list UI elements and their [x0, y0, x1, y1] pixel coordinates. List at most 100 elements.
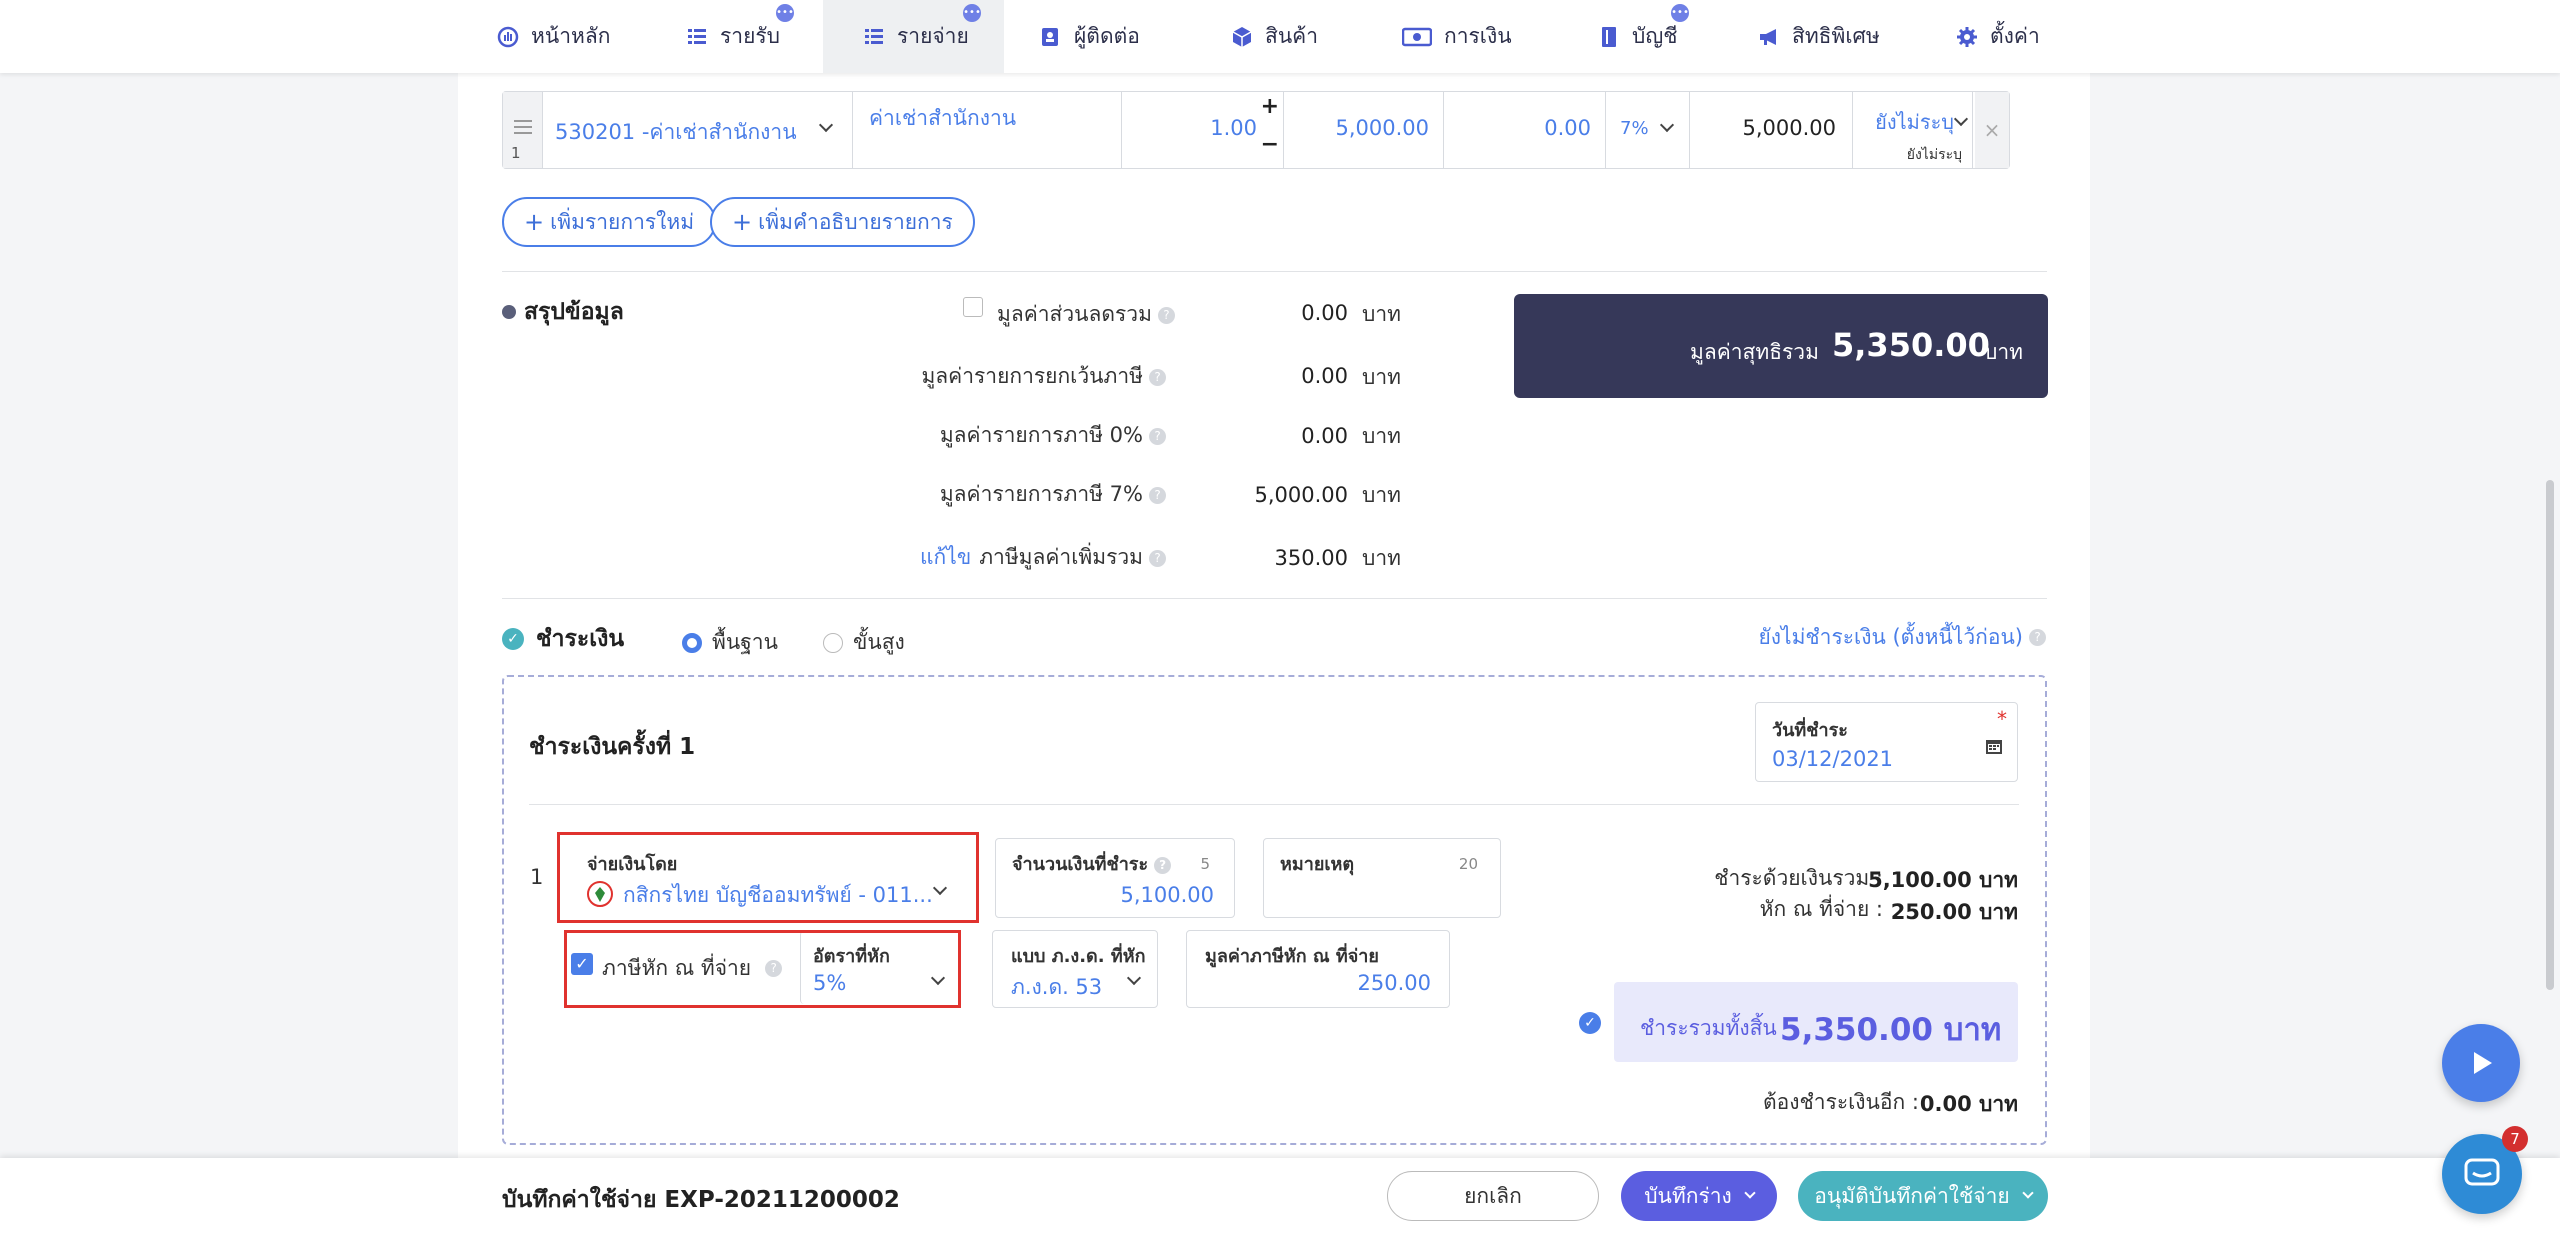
account-select[interactable]: 530201 -ค่าเช่าสำนักงาน	[543, 92, 853, 168]
chevron-down-icon	[1659, 117, 1675, 133]
vat-value: 7%	[1620, 118, 1649, 139]
nav-settings-label: ตั้งค่า	[1990, 24, 2040, 48]
scrollbar-thumb[interactable]	[2546, 480, 2554, 990]
pnd-form-select[interactable]: แบบ ภ.ง.ด. ที่หัก ภ.ง.ด. 53	[992, 930, 1158, 1008]
save-draft-button[interactable]: บันทึกร่าง	[1621, 1171, 1777, 1221]
vat-select[interactable]: 7%	[1606, 92, 1690, 168]
chevron-down-icon	[818, 117, 834, 133]
discount-input[interactable]: 0.00	[1444, 92, 1606, 168]
payment-amount-value: 5,100.00	[1120, 883, 1214, 907]
wht-total-value: 250.00 บาท	[1890, 900, 2018, 924]
plus-icon: +	[732, 208, 753, 236]
dashboard-icon	[497, 26, 519, 48]
unit-price-input[interactable]: 5,000.00	[1284, 92, 1444, 168]
wht-amount-field[interactable]: มูลค่าภาษีหัก ณ ที่จ่าย 250.00	[1186, 930, 1450, 1008]
summary-value-exempt: 0.00	[1301, 364, 1348, 388]
payment-amount-field[interactable]: จำนวนเงินที่ชำระ? 5 5,100.00	[995, 838, 1235, 918]
chat-icon	[2464, 1158, 2500, 1186]
note-label: หมายเหตุ	[1280, 854, 1355, 875]
nav-income-label: รายรับ	[720, 24, 780, 48]
help-icon[interactable]: ?	[1157, 306, 1175, 324]
divider	[529, 804, 2019, 805]
payment-note-field[interactable]: หมายเหตุ 20	[1263, 838, 1501, 918]
description-input[interactable]: ค่าเช่าสำนักงาน	[853, 92, 1122, 168]
summary-label-vat0: มูลค่ารายการภาษี 0%?	[940, 419, 1166, 452]
payment-mode-advanced[interactable]: ขั้นสูง	[823, 626, 905, 659]
plus-icon[interactable]: +	[1261, 94, 1279, 119]
quantity-value: 1.00	[1210, 116, 1257, 140]
chat-button[interactable]: 7	[2442, 1126, 2528, 1214]
account-value: 530201 -ค่าเช่าสำนักงาน	[555, 120, 797, 144]
nav-contacts[interactable]: ผู้ติดต่อ	[1040, 0, 1140, 73]
help-icon[interactable]: ?	[1149, 427, 1166, 445]
net-total-value: 5,350.00	[1832, 326, 1990, 364]
label-text: มูลค่ารายการภาษี 0%	[939, 423, 1143, 447]
pnd-label: แบบ ภ.ง.ด. ที่หัก	[1011, 946, 1146, 967]
nav-privileges[interactable]: สิทธิพิเศษ	[1758, 0, 1880, 73]
label-text: จำนวนเงินที่ชำระ	[1012, 854, 1149, 875]
nav-finance[interactable]: การเงิน	[1402, 0, 1512, 73]
help-icon[interactable]: ?	[1149, 549, 1166, 567]
paid-cash-label: ชำระด้วยเงินรวม :	[1714, 866, 1883, 890]
nav-privileges-label: สิทธิพิเศษ	[1792, 24, 1880, 48]
nav-products[interactable]: สินค้า	[1231, 0, 1318, 73]
wht-select[interactable]: ยังไม่ระบุ ยังไม่ระบุ	[1853, 92, 1973, 168]
new-badge-icon: •••	[963, 4, 981, 22]
cancel-button[interactable]: ยกเลิก	[1387, 1171, 1599, 1221]
nav-income[interactable]: รายรับ •••	[686, 0, 794, 73]
currency-label: บาท	[1362, 546, 1401, 570]
tour-play-button[interactable]	[2442, 1024, 2520, 1102]
row-index: 1	[511, 144, 521, 162]
help-icon[interactable]: ?	[2029, 629, 2046, 646]
paid-cash-value: 5,100.00 บาท	[1868, 868, 2018, 892]
date-value: 03/12/2021	[1772, 747, 1894, 771]
add-description-button[interactable]: + เพิ่มคำอธิบายรายการ	[710, 197, 975, 247]
note-counter: 20	[1458, 855, 1478, 873]
save-draft-label: บันทึกร่าง	[1644, 1183, 1732, 1208]
payment-row-index: 1	[530, 865, 544, 889]
description-value: ค่าเช่าสำนักงาน	[869, 106, 1017, 130]
summary-value-vat7: 5,000.00	[1254, 483, 1348, 507]
wht-bottom-value: ยังไม่ระบุ	[1906, 147, 1962, 163]
unpaid-link-label: ยังไม่ชำระเงิน (ตั้งหนี้ไว้ก่อน)	[1758, 625, 2023, 649]
quantity-stepper[interactable]: 1.00 + −	[1122, 92, 1284, 168]
help-icon[interactable]: ?	[1149, 368, 1166, 386]
highlight-box	[564, 930, 961, 1008]
payment-mode-basic[interactable]: พื้นฐาน	[682, 626, 778, 659]
summary-value-discount: 0.00	[1301, 301, 1348, 325]
add-item-button[interactable]: + เพิ่มรายการใหม่	[502, 197, 717, 247]
contacts-icon	[1040, 26, 1062, 48]
approve-button[interactable]: อนุมัติบันทึกค่าใช้จ่าย	[1798, 1171, 2048, 1221]
help-icon[interactable]: ?	[1154, 856, 1172, 874]
currency-label: บาท	[1362, 365, 1401, 389]
summary-label-vat-total: แก้ไข ภาษีมูลค่าเพิ่มรวม?	[920, 541, 1166, 574]
help-icon[interactable]: ?	[1149, 486, 1166, 504]
remove-row-icon[interactable]: ×	[1975, 92, 2009, 168]
minus-icon[interactable]: −	[1261, 132, 1279, 157]
nav-settings[interactable]: ตั้งค่า	[1956, 0, 2040, 73]
nav-home[interactable]: หน้าหลัก	[497, 0, 610, 73]
wht-total-label: หัก ณ ที่จ่าย :	[1759, 897, 1883, 921]
summary-heading: สรุปข้อมูล	[502, 294, 624, 330]
discount-checkbox[interactable]	[963, 297, 983, 317]
summary-label-exempt: มูลค่ารายการยกเว้นภาษี?	[921, 360, 1166, 393]
expense-list-icon	[863, 26, 885, 48]
unpaid-link[interactable]: ยังไม่ชำระเงิน (ตั้งหนี้ไว้ก่อน)?	[1758, 621, 2046, 654]
edit-vat-link[interactable]: แก้ไข	[920, 545, 971, 569]
pnd-value: ภ.ง.ด. 53	[1011, 975, 1103, 999]
nav-expense[interactable]: รายจ่าย •••	[823, 0, 1004, 73]
payment-date-field[interactable]: วันที่ชำระ * 03/12/2021	[1755, 702, 2018, 782]
plus-icon: +	[524, 208, 545, 236]
amount-input[interactable]: 5,000.00	[1690, 92, 1853, 168]
nav-expense-label: รายจ่าย	[897, 24, 969, 48]
calendar-icon[interactable]	[1985, 737, 2003, 755]
chat-unread-badge: 7	[2502, 1126, 2528, 1152]
summary-value-vat0: 0.00	[1301, 424, 1348, 448]
amount-value: 5,000.00	[1742, 116, 1836, 140]
drag-handle[interactable]: 1	[503, 92, 543, 168]
nav-accounting[interactable]: บัญชี •••	[1598, 0, 1689, 73]
currency-label: บาท	[1362, 424, 1401, 448]
divider	[502, 598, 2047, 599]
chevron-down-icon	[1953, 111, 1969, 127]
summary-value-vat-total: 350.00	[1274, 546, 1348, 570]
